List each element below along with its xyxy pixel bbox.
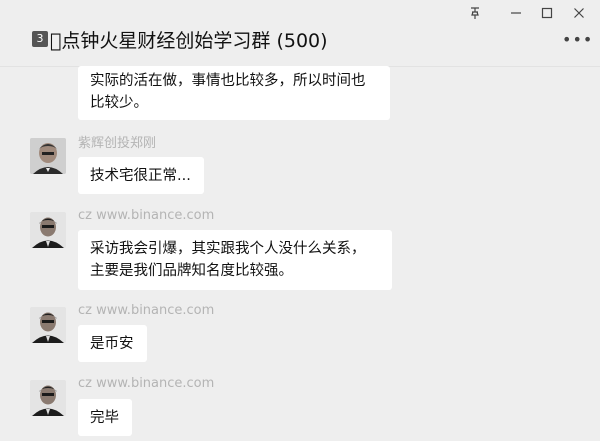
sender-name: 紫辉创投郑刚 — [78, 136, 157, 151]
minimize-icon[interactable] — [503, 2, 529, 24]
more-icon[interactable]: ••• — [562, 30, 593, 49]
message-1: 实际的活在做，事情也比较多，所以时间也 比较少。 — [0, 66, 600, 124]
title-bar: 3  点钟火星财经创始学习群 (500) ••• — [0, 0, 600, 67]
message-2: 紫辉创投郑刚 技术宅很正常... — [0, 132, 600, 196]
message-5: cz www.binance.com 完毕 — [0, 376, 600, 441]
avatar[interactable] — [30, 138, 66, 174]
pin-icon[interactable] — [462, 2, 488, 24]
message-3: cz www.binance.com 采访我会引爆，其实跟我个人没什么关系， 主… — [0, 208, 600, 290]
group-number-badge: 3 — [32, 31, 48, 47]
message-bubble: 采访我会引爆，其实跟我个人没什么关系， 主要是我们品牌知名度比较强。 — [78, 230, 392, 290]
message-bubble: 是币安 — [78, 325, 147, 362]
message-4: cz www.binance.com 是币安 — [0, 303, 600, 365]
avatar[interactable] — [30, 307, 66, 343]
chat-title:  点钟火星财经创始学习群 (500) — [50, 30, 328, 52]
close-icon[interactable] — [566, 2, 592, 24]
message-bubble: 完毕 — [78, 399, 132, 436]
message-bubble: 实际的活在做，事情也比较多，所以时间也 比较少。 — [78, 66, 390, 120]
maximize-icon[interactable] — [534, 2, 560, 24]
sender-name: cz www.binance.com — [78, 303, 215, 318]
avatar[interactable] — [30, 380, 66, 416]
sender-name: cz www.binance.com — [78, 376, 215, 391]
message-bubble: 技术宅很正常... — [78, 157, 204, 194]
avatar[interactable] — [30, 212, 66, 248]
sender-name: cz www.binance.com — [78, 208, 215, 223]
